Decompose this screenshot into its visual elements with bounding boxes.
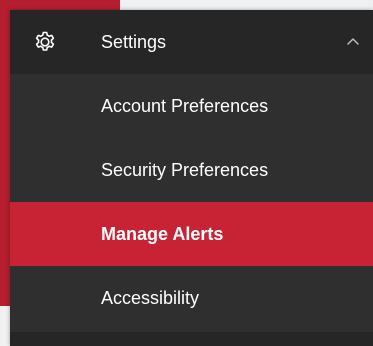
menu-item-label: Accessibility: [101, 288, 200, 308]
menu-item-account-preferences[interactable]: Account Preferences: [10, 74, 373, 138]
menu-footer-edge: [10, 332, 373, 346]
chevron-up-icon[interactable]: [345, 33, 361, 49]
settings-menu-title: Settings: [101, 32, 167, 52]
menu-item-manage-alerts[interactable]: Manage Alerts: [10, 202, 373, 266]
menu-item-label: Security Preferences: [101, 160, 269, 180]
menu-item-security-preferences[interactable]: Security Preferences: [10, 138, 373, 202]
settings-dropdown-menu: Settings Account Preferences Security Pr…: [10, 10, 373, 346]
screen: Settings Account Preferences Security Pr…: [0, 0, 373, 346]
menu-item-accessibility[interactable]: Accessibility: [10, 266, 373, 330]
menu-item-label: Account Preferences: [101, 96, 269, 116]
gear-icon: [35, 31, 55, 51]
menu-item-label: Manage Alerts: [101, 224, 224, 244]
settings-menu-header[interactable]: Settings: [10, 10, 373, 74]
